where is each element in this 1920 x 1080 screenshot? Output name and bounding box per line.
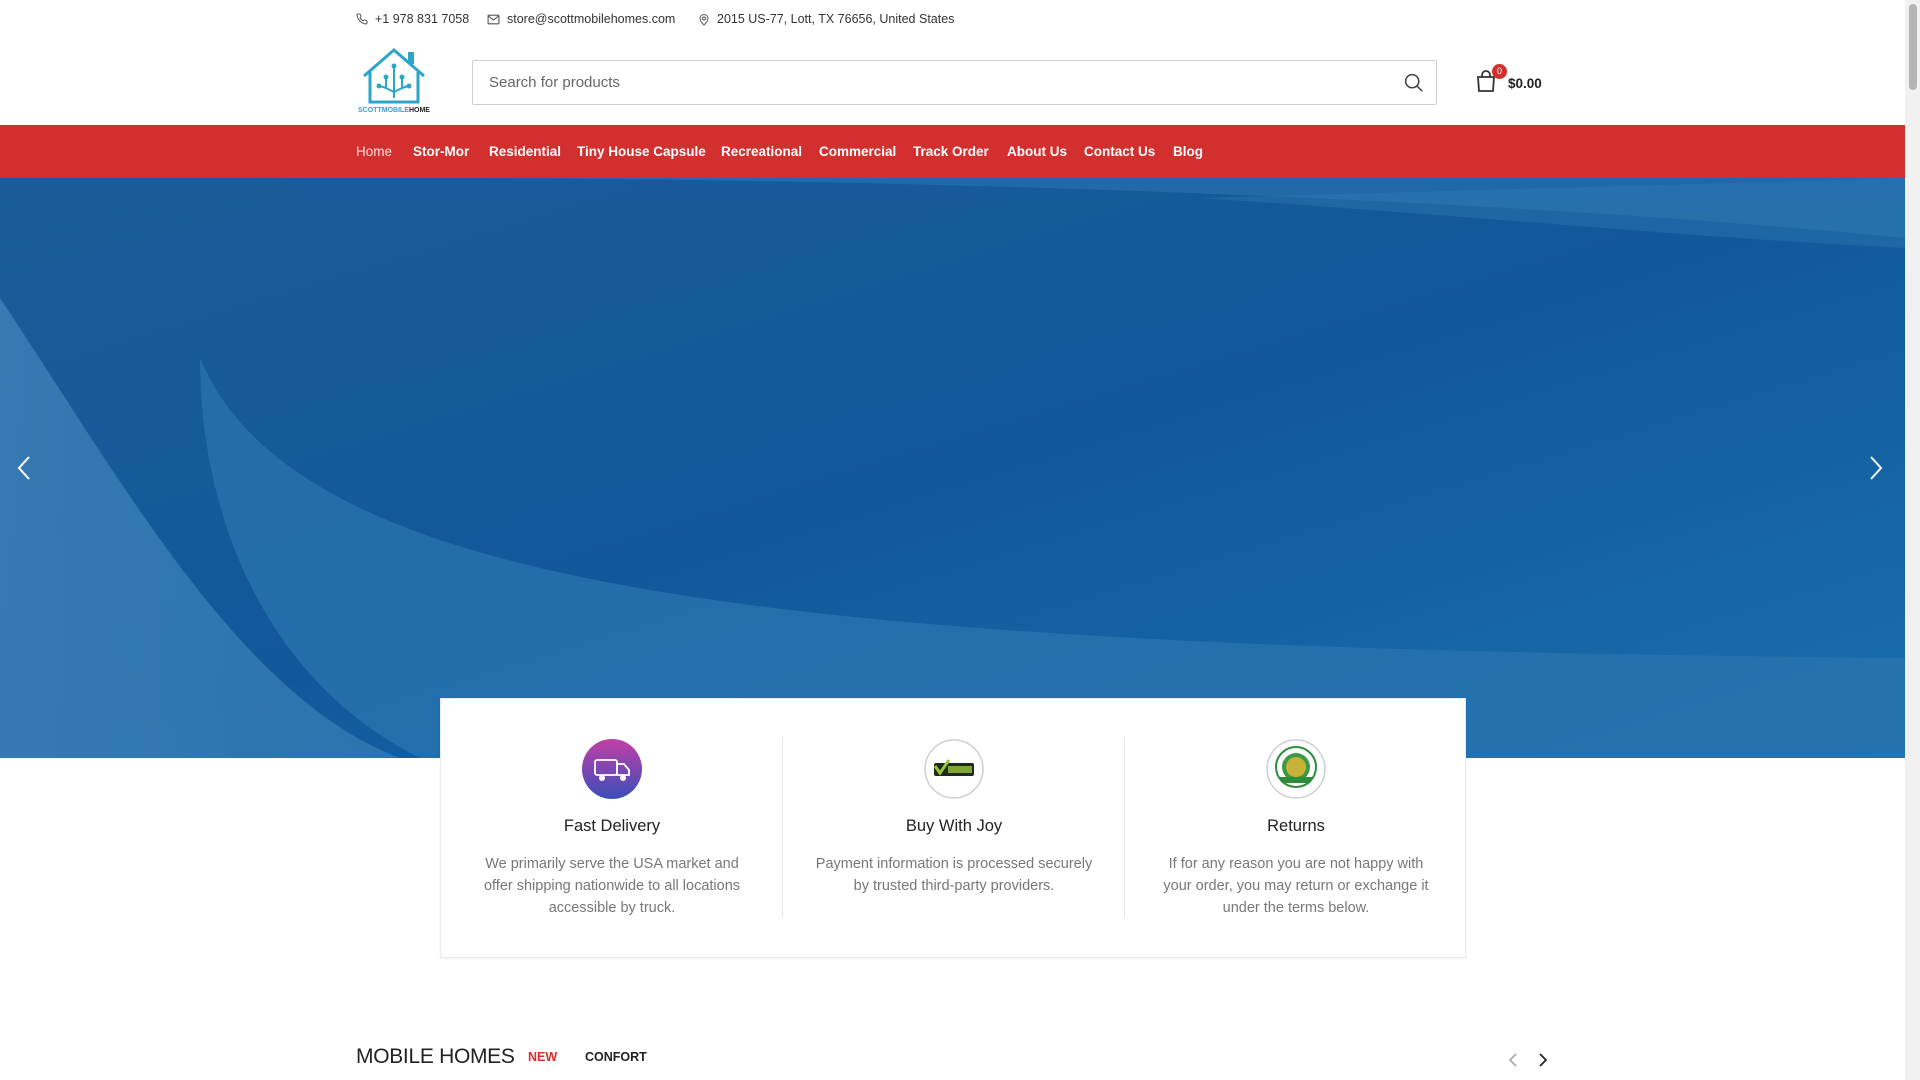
cart-total: $0.00 [1508, 76, 1542, 91]
hero-slider [0, 178, 1905, 758]
delivery-truck-icon [582, 739, 642, 799]
feature-buy-with-joy: Buy With Joy Payment information is proc… [783, 699, 1125, 959]
guarantee-seal-icon [1266, 739, 1326, 799]
phone-icon [356, 13, 368, 25]
mail-icon [487, 14, 500, 24]
chevron-right-icon [1870, 456, 1883, 480]
feature-returns: Returns If for any reason you are not ha… [1125, 699, 1467, 959]
scrollbar-thumb[interactable] [1909, 4, 1917, 90]
checkmark-badge-icon [924, 739, 984, 799]
slider-next-arrow[interactable] [1868, 454, 1884, 487]
feature-title: Buy With Joy [905, 817, 1003, 835]
cart-button[interactable]: 0 $0.00 [1476, 64, 1542, 97]
feature-description: We primarily serve the USA market and of… [483, 856, 741, 916]
page-scrollbar[interactable] [1905, 0, 1920, 1080]
chevron-right-icon [1539, 1053, 1548, 1067]
svg-text:SCOTTMOBILEHOME: SCOTTMOBILEHOME [358, 107, 430, 114]
main-navigation: Home Stor-Mor Residential Tiny House Cap… [0, 125, 1905, 178]
features-panel: Fast Delivery We primarily serve the USA… [440, 698, 1466, 958]
nav-item-tiny-house-capsule[interactable]: Tiny House Capsule [577, 144, 706, 159]
chevron-left-icon [17, 456, 30, 480]
feature-title: Returns [1267, 817, 1325, 835]
section-title: MOBILE HOMES [356, 1045, 515, 1068]
email-link[interactable]: store@scottmobilehomes.com [487, 12, 675, 26]
email-text: store@scottmobilehomes.com [507, 12, 676, 26]
hero-background [0, 178, 1905, 758]
address-link[interactable]: 2015 US-77, Lott, TX 76656, United State… [698, 12, 954, 26]
tab-new[interactable]: NEW [528, 1050, 557, 1064]
site-logo[interactable]: SCOTTMOBILEHOME [356, 44, 432, 116]
products-prev-arrow[interactable] [1508, 1052, 1518, 1073]
products-next-arrow[interactable] [1538, 1052, 1548, 1073]
nav-item-about-us[interactable]: About Us [1007, 144, 1067, 159]
phone-text: +1 978 831 7058 [375, 12, 470, 26]
top-contact-bar: +1 978 831 7058 store@scottmobilehomes.c… [0, 0, 1905, 40]
tab-confort[interactable]: CONFORT [585, 1050, 647, 1064]
nav-item-contact-us[interactable]: Contact Us [1084, 144, 1155, 159]
nav-item-residential[interactable]: Residential [489, 144, 561, 159]
nav-item-commercial[interactable]: Commercial [819, 144, 896, 159]
nav-item-recreational[interactable]: Recreational [721, 144, 802, 159]
nav-item-stor-mor[interactable]: Stor-Mor [413, 144, 469, 159]
search-input[interactable] [473, 61, 1373, 104]
slider-prev-arrow[interactable] [16, 454, 32, 487]
location-pin-icon [699, 13, 709, 26]
feature-fast-delivery: Fast Delivery We primarily serve the USA… [441, 699, 783, 959]
nav-item-track-order[interactable]: Track Order [913, 144, 989, 159]
feature-description: If for any reason you are not happy with… [1163, 856, 1429, 916]
search-icon[interactable] [1403, 72, 1424, 98]
product-search [472, 60, 1437, 105]
nav-item-home[interactable]: Home [356, 144, 392, 159]
address-text: 2015 US-77, Lott, TX 76656, United State… [717, 12, 955, 26]
phone-link[interactable]: +1 978 831 7058 [356, 12, 469, 26]
feature-title: Fast Delivery [563, 817, 661, 835]
feature-description: Payment information is processed securel… [815, 856, 1093, 894]
chevron-left-icon [1508, 1053, 1517, 1067]
nav-item-blog[interactable]: Blog [1173, 144, 1203, 159]
cart-count-badge: 0 [1492, 64, 1507, 79]
site-header: SCOTTMOBILEHOME 0 $0.00 [0, 40, 1905, 125]
house-logo-icon: SCOTTMOBILEHOME [358, 48, 430, 114]
